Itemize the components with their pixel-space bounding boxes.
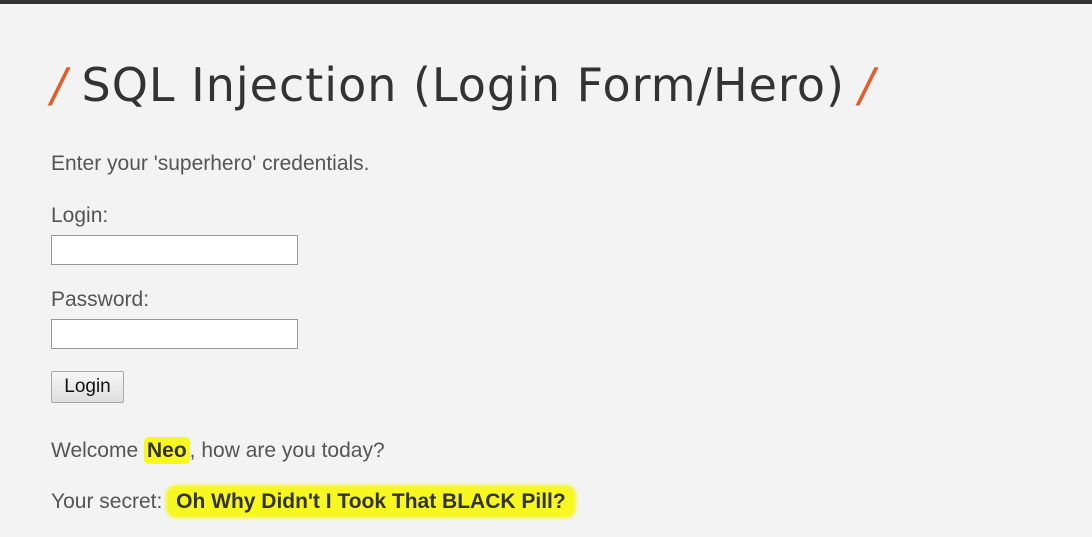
secret-prefix: Your secret: — [51, 490, 169, 513]
welcome-message: Welcome Neo, how are you today? — [51, 437, 385, 464]
secret-value: Oh Why Didn't I Took That BLACK Pill? — [168, 487, 574, 516]
welcome-suffix: , how are you today? — [189, 439, 385, 462]
page-title: / SQL Injection (Login Form/Hero) / — [51, 50, 875, 120]
intro-text: Enter your 'superhero' credentials. — [51, 152, 370, 175]
password-label: Password: — [51, 288, 150, 311]
secret-message: Your secret: Oh Why Didn't I Took That B… — [51, 487, 574, 516]
login-input[interactable] — [51, 235, 298, 265]
title-left-slash: / — [51, 58, 68, 112]
welcome-user-name: Neo — [143, 437, 190, 464]
login-button[interactable]: Login — [51, 371, 124, 403]
welcome-prefix: Welcome — [51, 439, 144, 462]
top-border — [0, 0, 1092, 4]
login-label: Login: — [51, 204, 109, 227]
password-input[interactable] — [51, 319, 298, 349]
page-title-text: SQL Injection (Login Form/Hero) — [81, 58, 845, 112]
title-right-slash: / — [858, 58, 876, 112]
